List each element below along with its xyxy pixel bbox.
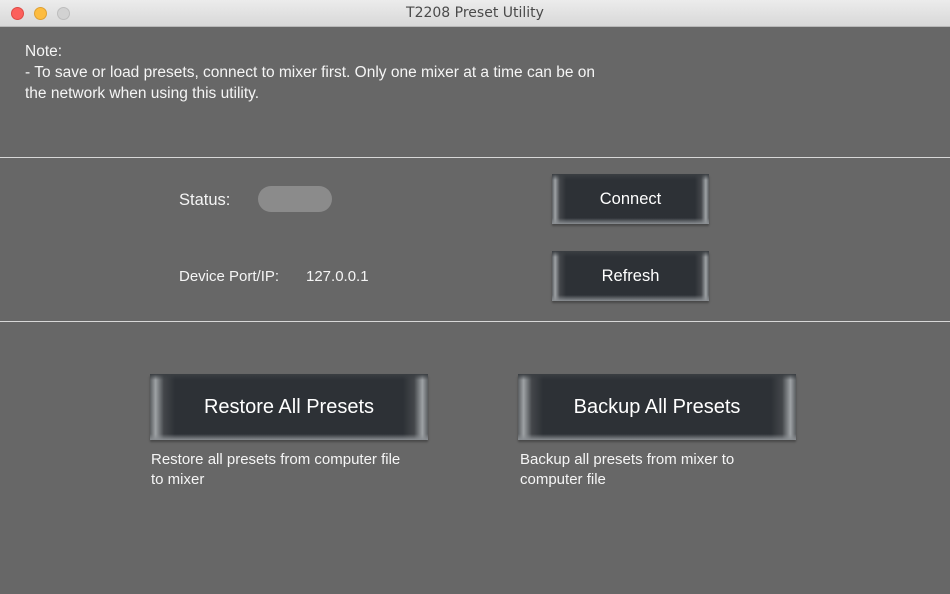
backup-all-presets-button[interactable]: Backup All Presets xyxy=(518,374,796,440)
restore-all-presets-button[interactable]: Restore All Presets xyxy=(150,374,428,440)
refresh-button[interactable]: Refresh xyxy=(552,251,709,301)
backup-button-label: Backup All Presets xyxy=(573,396,741,418)
restore-button-label: Restore All Presets xyxy=(203,396,375,418)
status-label: Status: xyxy=(179,191,231,209)
backup-desc-line-2: computer file xyxy=(520,470,606,488)
note-heading: Note: xyxy=(25,43,63,60)
device-port-value: 127.0.0.1 xyxy=(306,268,369,285)
note-line-1: - To save or load presets, connect to mi… xyxy=(25,64,596,81)
window-title: T2208 Preset Utility xyxy=(406,5,544,21)
backup-desc-line-1: Backup all presets from mixer to xyxy=(520,451,735,468)
note-section: Note: - To save or load presets, connect… xyxy=(25,41,595,104)
connect-button-label: Connect xyxy=(599,190,662,208)
note-line-2: the network when using this utility. xyxy=(25,85,260,102)
restore-desc-line-1: Restore all presets from computer file xyxy=(151,451,401,468)
backup-description: Backup all presets from mixer to compute… xyxy=(520,450,734,489)
device-port-label: Device Port/IP: xyxy=(179,268,280,285)
restore-description: Restore all presets from computer file t… xyxy=(151,450,400,489)
title-bar: T2208 Preset Utility xyxy=(0,0,950,27)
status-indicator xyxy=(258,186,332,212)
connect-button[interactable]: Connect xyxy=(552,174,709,224)
section-divider-top xyxy=(0,157,950,158)
restore-desc-line-2: to mixer xyxy=(151,470,205,488)
refresh-button-label: Refresh xyxy=(601,267,660,285)
section-divider-bottom xyxy=(0,321,950,322)
